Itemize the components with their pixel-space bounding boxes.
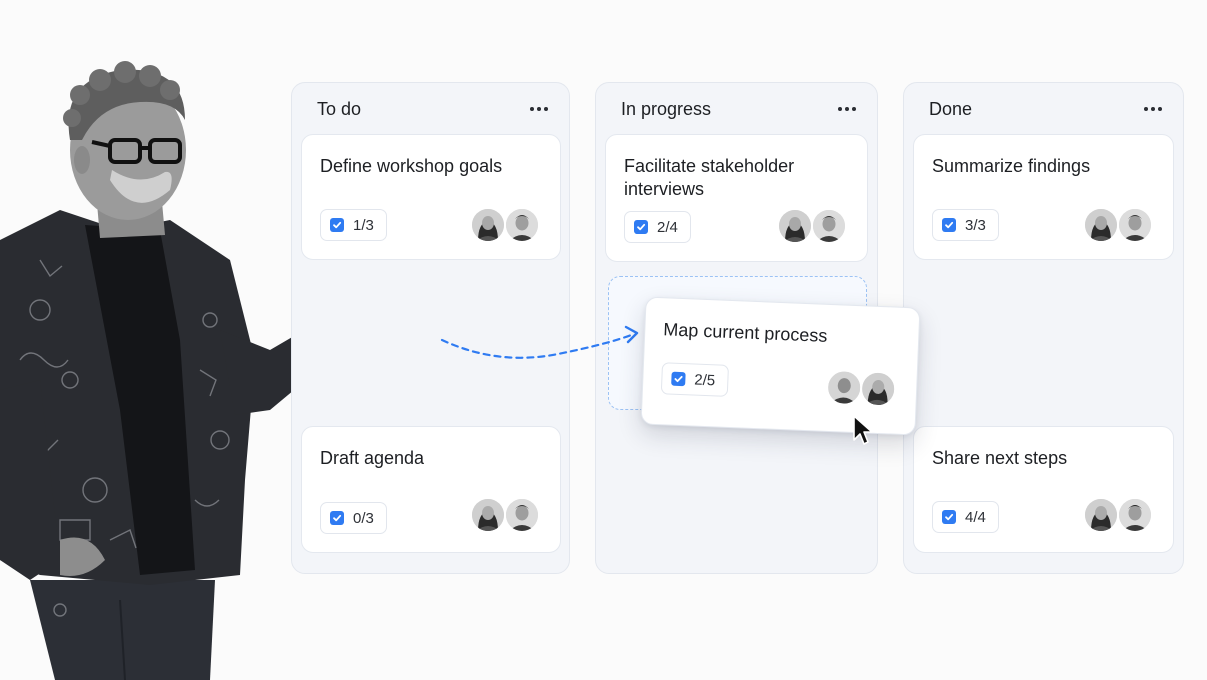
checkbox-checked-icon — [634, 220, 648, 234]
avatar[interactable] — [504, 497, 540, 533]
task-card[interactable]: Summarize findings 3/3 — [913, 134, 1174, 260]
checkbox-checked-icon — [942, 218, 956, 232]
avatar[interactable] — [825, 368, 863, 407]
column-menu-button[interactable] — [835, 95, 859, 119]
avatar[interactable] — [1117, 497, 1153, 533]
column-menu-button[interactable] — [1141, 95, 1165, 119]
avatar[interactable] — [1083, 497, 1119, 533]
avatar[interactable] — [811, 208, 847, 244]
more-horizontal-icon — [529, 98, 550, 116]
avatar[interactable] — [504, 207, 540, 243]
checklist-chip[interactable]: 1/3 — [320, 209, 387, 241]
checkbox-checked-icon — [671, 371, 686, 387]
card-title: Draft agenda — [320, 448, 425, 468]
checklist-count: 0/3 — [353, 509, 374, 527]
card-title: Summarize findings — [932, 156, 1091, 176]
checkbox-checked-icon — [330, 218, 344, 232]
checklist-count: 2/5 — [694, 371, 716, 389]
column-title: To do — [317, 99, 362, 119]
checklist-count: 1/3 — [353, 216, 374, 234]
dashed-arrow-icon — [440, 325, 639, 359]
checklist-chip[interactable]: 0/3 — [320, 502, 387, 534]
card-title: Define workshop goals — [320, 156, 503, 176]
card-title: Share next steps — [932, 448, 1068, 468]
checklist-chip[interactable]: 2/5 — [660, 362, 729, 397]
mouse-pointer-icon — [853, 415, 873, 445]
dragging-task-card[interactable]: Map current process 2/5 — [640, 296, 921, 436]
task-card[interactable]: Facilitate stakeholder interviews 2/4 — [605, 134, 868, 262]
card-title: Map current process — [662, 319, 828, 346]
checklist-chip[interactable]: 4/4 — [932, 501, 999, 533]
avatar[interactable] — [470, 497, 506, 533]
avatar[interactable] — [777, 208, 813, 244]
checklist-chip[interactable]: 2/4 — [624, 211, 691, 243]
checklist-count: 4/4 — [965, 508, 986, 526]
avatar[interactable] — [1117, 207, 1153, 243]
task-card[interactable]: Draft agenda 0/3 — [301, 426, 561, 553]
avatar[interactable] — [1083, 207, 1119, 243]
checkbox-checked-icon — [330, 511, 344, 525]
more-horizontal-icon — [1143, 98, 1164, 116]
task-card[interactable]: Define workshop goals 1/3 — [301, 134, 561, 260]
checklist-chip[interactable]: 3/3 — [932, 209, 999, 241]
column-title: In progress — [621, 99, 712, 119]
avatar[interactable] — [859, 370, 897, 408]
column-menu-button[interactable] — [527, 95, 551, 119]
avatar[interactable] — [470, 207, 506, 243]
column-title: Done — [929, 99, 973, 119]
checklist-count: 3/3 — [965, 216, 986, 234]
task-card[interactable]: Share next steps 4/4 — [913, 426, 1174, 553]
card-title: Facilitate stakeholder interviews — [624, 156, 795, 199]
checklist-count: 2/4 — [657, 218, 678, 236]
more-horizontal-icon — [837, 98, 858, 116]
checkbox-checked-icon — [942, 510, 956, 524]
